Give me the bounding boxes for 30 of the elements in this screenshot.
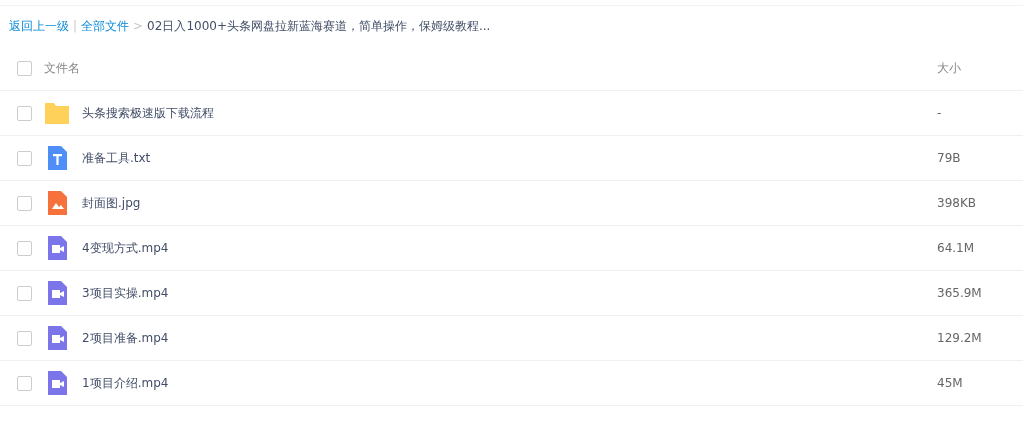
column-header: 文件名 xyxy=(44,59,81,77)
row-checkbox[interactable] xyxy=(17,195,32,211)
all-files-link[interactable]: 全部文件 xyxy=(81,17,130,35)
breadcrumb-arrow: > xyxy=(133,19,144,33)
row-checkbox[interactable] xyxy=(17,105,32,121)
back-link[interactable]: 返回上一级 xyxy=(9,17,69,35)
file-name[interactable]: 头条搜索极速版下载流程 xyxy=(82,104,937,122)
row-checkbox[interactable] xyxy=(17,330,32,346)
file-name[interactable]: 3项目实操.mp4 xyxy=(82,284,937,302)
file-size: 64.1M xyxy=(937,241,976,255)
select-all-checkbox[interactable] xyxy=(17,60,32,76)
file-name[interactable]: 2项目准备.mp4 xyxy=(82,329,937,347)
row-checkbox[interactable] xyxy=(17,375,32,391)
file-size: 365.9M xyxy=(937,286,983,300)
file-name[interactable]: 1项目介绍.mp4 xyxy=(82,374,937,392)
file-size: - xyxy=(937,106,943,120)
file-size: 398KB xyxy=(937,196,977,210)
folder-icon xyxy=(44,100,70,126)
file-size: 129.2M xyxy=(937,331,983,345)
file-name[interactable]: 准备工具.txt xyxy=(82,149,937,167)
row-checkbox[interactable] xyxy=(17,150,32,166)
row-checkbox[interactable] xyxy=(17,285,32,301)
file-name[interactable]: 封面图.jpg xyxy=(82,194,937,212)
file-size: 45M xyxy=(937,376,964,390)
file-size: 79B xyxy=(937,151,962,165)
file-name[interactable]: 4变现方式.mp4 xyxy=(82,239,937,257)
breadcrumb-divider: | xyxy=(73,19,78,33)
current-folder: 02日入1000+头条网盘拉新蓝海赛道，简单操作，保姆级教程... xyxy=(147,17,491,35)
column-header: 大小 xyxy=(937,59,962,77)
row-checkbox[interactable] xyxy=(17,240,32,256)
